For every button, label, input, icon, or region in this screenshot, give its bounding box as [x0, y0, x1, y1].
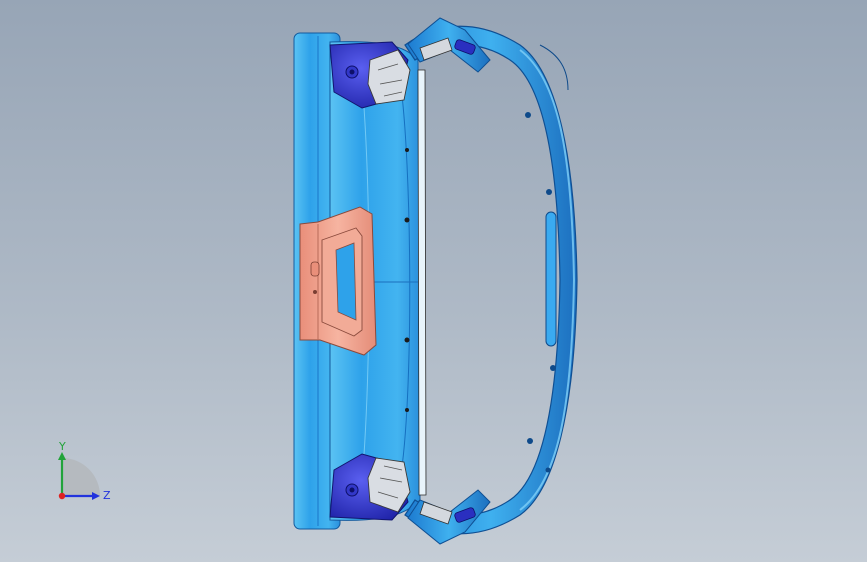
- triad-plane: [62, 458, 100, 496]
- y-axis-label: Y: [58, 440, 66, 453]
- z-axis-label: Z: [103, 489, 111, 502]
- outer-frame: [404, 25, 578, 535]
- graphics-viewport[interactable]: Y Z: [0, 0, 867, 562]
- view-orientation-triad[interactable]: Y Z: [48, 438, 118, 510]
- cad-model-view[interactable]: [0, 0, 867, 562]
- y-axis-arrow: [58, 452, 66, 460]
- center-pad-part: [299, 206, 377, 356]
- x-axis-point: [58, 492, 66, 500]
